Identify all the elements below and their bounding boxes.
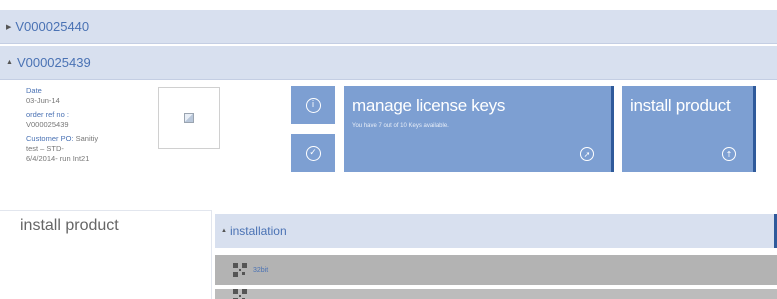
customer-po-value-line3: 6/4/2014- run Int21 [26, 154, 90, 163]
customer-po-label: Customer PO: [26, 134, 74, 143]
info-icon: i [305, 97, 321, 113]
installer-row[interactable]: 32bit [215, 255, 777, 285]
install-product-panel: install product [0, 210, 212, 299]
customer-po-value: Sanitiy [75, 134, 99, 143]
tile-title: install product [630, 96, 731, 115]
caret-down-icon: ▲ [6, 59, 13, 66]
installer-row[interactable] [215, 289, 777, 299]
key-icon: ➚ [580, 147, 594, 161]
install-product-heading: install product [20, 217, 119, 234]
section-label: installation [229, 224, 287, 238]
install-action-button[interactable]: ↑ [713, 144, 745, 164]
order-header-V000025440[interactable]: ▶ V000025440 [0, 10, 777, 44]
installer-label: 32bit [253, 266, 269, 274]
date-value: 03-Jun-14 [26, 96, 60, 105]
order-id: V000025440 [15, 19, 90, 34]
order-meta: Date 03-Jun-14 order ref no : V000025439… [26, 86, 156, 164]
order-details-panel: Date 03-Jun-14 order ref no : V000025439… [0, 82, 777, 206]
tile-title: manage license keys [352, 96, 506, 115]
installation-section-header[interactable]: ▲ installation [215, 214, 777, 248]
qr-code-icon [233, 289, 247, 299]
order-ref-value: V000025439 [26, 120, 69, 129]
caret-down-icon: ▲ [221, 228, 227, 234]
license-action-button[interactable]: ➚ [571, 144, 603, 164]
order-header-V000025439[interactable]: ▲ V000025439 [0, 46, 777, 80]
manage-license-keys-tile[interactable]: manage license keys You have 7 out of 10… [344, 86, 614, 172]
qr-code-icon [233, 263, 247, 277]
checkmark-icon: ✓ [305, 145, 321, 161]
info-button[interactable]: i [291, 86, 335, 124]
broken-image-icon [184, 113, 194, 123]
product-thumbnail [158, 87, 220, 149]
tile-subtitle: You have 7 out of 10 Keys available. [352, 123, 449, 129]
customer-po-value-line2: test – STD- [26, 144, 64, 153]
date-label: Date [26, 86, 42, 95]
order-ref-label: order ref no : [26, 110, 69, 119]
install-product-tile[interactable]: install product ↑ [622, 86, 756, 172]
order-id: V000025439 [16, 55, 91, 70]
caret-right-icon: ▶ [6, 23, 12, 31]
check-button[interactable]: ✓ [291, 134, 335, 172]
upload-icon: ↑ [722, 147, 736, 161]
